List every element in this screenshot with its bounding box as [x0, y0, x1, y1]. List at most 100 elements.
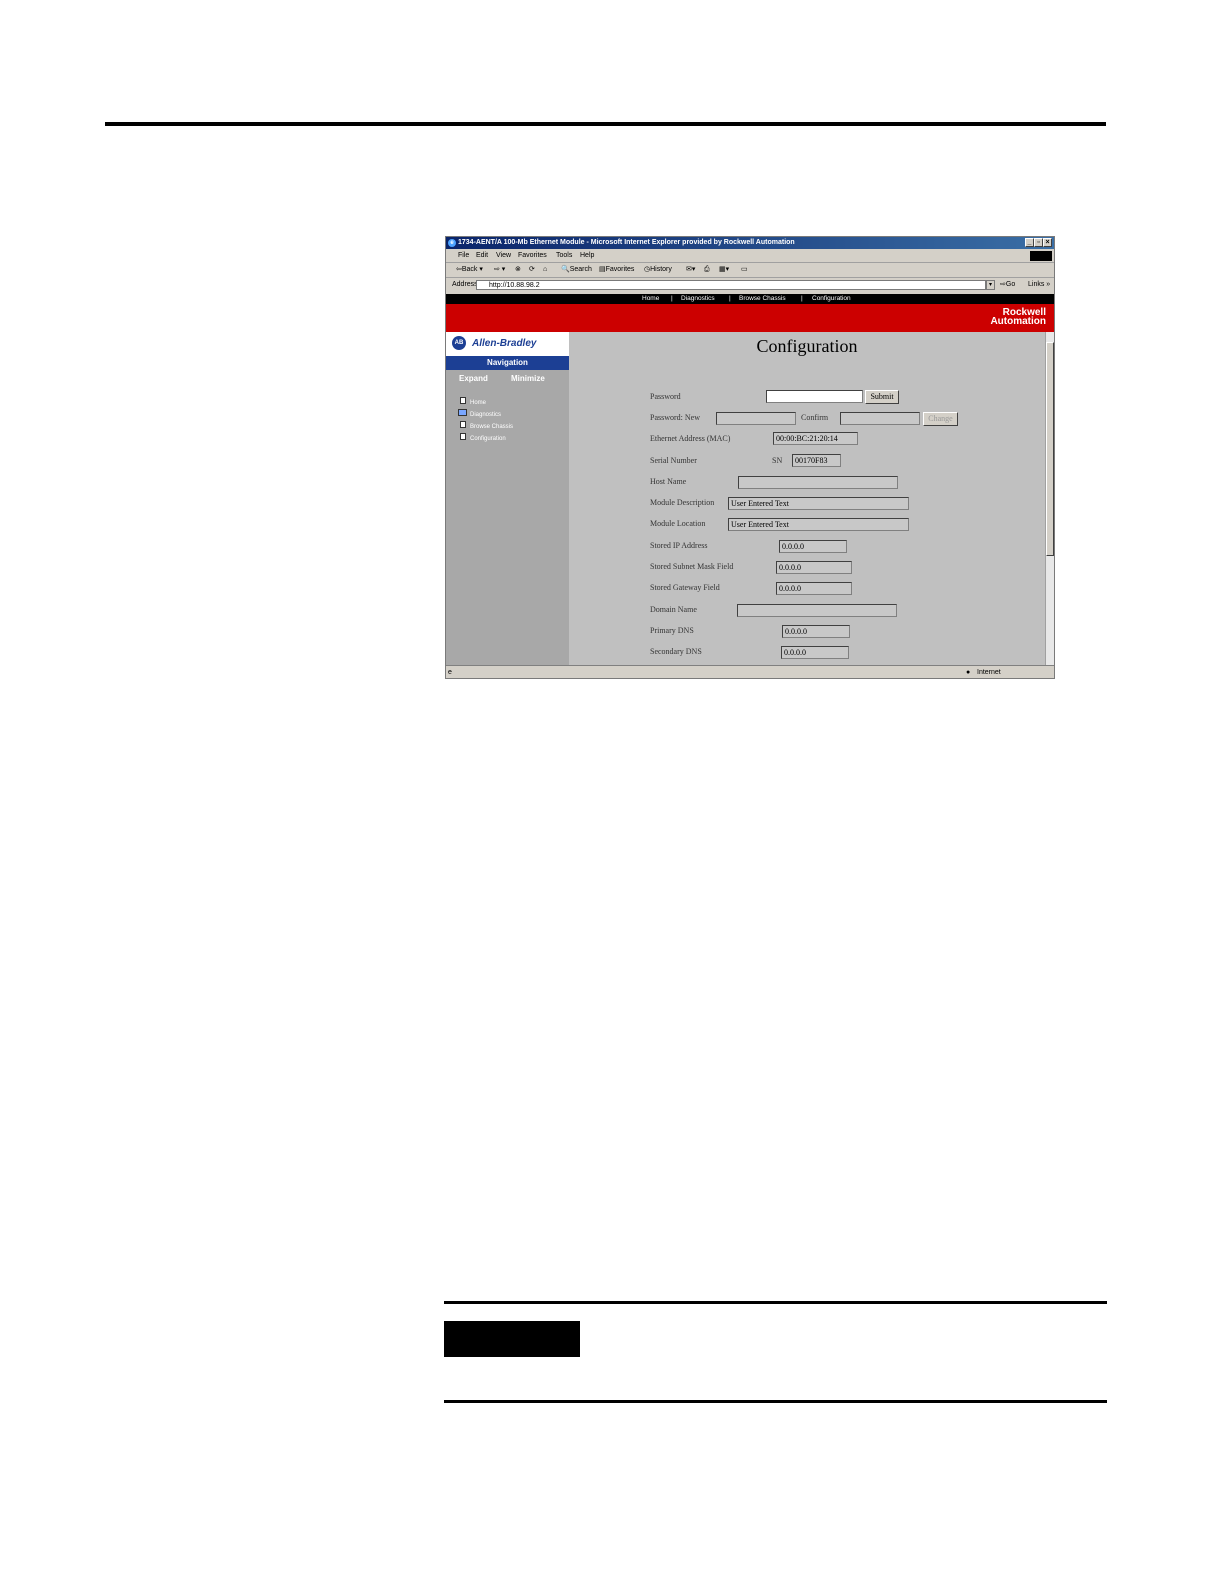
site-top-nav: Home | Diagnostics | Browse Chassis | Co… — [446, 294, 1054, 304]
subnet-mask-field[interactable]: 0.0.0.0 — [776, 561, 852, 574]
subnet-mask-label: Stored Subnet Mask Field — [650, 562, 734, 571]
module-description-field[interactable]: User Entered Text — [728, 497, 909, 510]
nav-separator: | — [729, 295, 731, 302]
maximize-icon[interactable]: ▫ — [1034, 238, 1043, 247]
host-name-label: Host Name — [650, 477, 687, 486]
address-input[interactable]: http://10.88.98.2 — [476, 280, 986, 290]
minimize-link[interactable]: Minimize — [511, 374, 545, 383]
gateway-field[interactable]: 0.0.0.0 — [776, 582, 852, 595]
sn-label: SN — [772, 456, 783, 465]
page-status-icon: e — [448, 669, 452, 676]
expand-link[interactable]: Expand — [459, 374, 488, 383]
mac-field: 00:00:BC:21:20:14 — [773, 432, 858, 445]
sidebar-item-browse-chassis[interactable]: Browse Chassis — [470, 423, 513, 431]
home-icon[interactable]: ⌂ — [543, 263, 547, 277]
nav-separator: | — [801, 295, 803, 302]
nav-separator: | — [671, 295, 673, 302]
confirm-label: Confirm — [801, 413, 829, 422]
menu-help[interactable]: Help — [580, 249, 594, 262]
topnav-browse-chassis[interactable]: Browse Chassis — [739, 294, 786, 304]
zone-label: Internet — [977, 669, 1001, 676]
topnav-configuration[interactable]: Configuration — [812, 294, 851, 304]
secondary-dns-field[interactable]: 0.0.0.0 — [781, 646, 849, 659]
minimize-icon[interactable]: _ — [1025, 238, 1034, 247]
note-bottom-rule — [444, 1400, 1107, 1403]
edit-icon[interactable]: ▦▾ — [719, 263, 729, 277]
toolbar: ⇦Back ▾ ⇨ ▾ ⊗ ⟳ ⌂ 🔍Search ▤Favorites ◷Hi… — [446, 263, 1054, 278]
password-field[interactable] — [766, 390, 863, 403]
ie-icon: e — [448, 239, 456, 247]
brand-banner: Rockwell Automation — [446, 304, 1054, 332]
page-icon — [460, 421, 466, 428]
refresh-icon[interactable]: ⟳ — [529, 263, 535, 277]
mac-label: Ethernet Address (MAC) — [650, 434, 731, 443]
serial-label: Serial Number — [650, 456, 697, 465]
discuss-icon[interactable]: ▭ — [741, 263, 748, 277]
topnav-home[interactable]: Home — [642, 294, 659, 304]
config-content: Configuration Password Submit Password: … — [569, 332, 1045, 665]
primary-dns-field[interactable]: 0.0.0.0 — [782, 625, 850, 638]
change-button[interactable]: Change — [923, 412, 958, 426]
status-bar: e ● Internet — [446, 665, 1054, 678]
module-location-label: Module Location — [650, 519, 706, 528]
menu-tools[interactable]: Tools — [556, 249, 572, 262]
page-title: Configuration — [756, 336, 858, 356]
links-button[interactable]: Links » — [1028, 278, 1050, 292]
history-button[interactable]: ◷History — [644, 263, 672, 277]
ab-brand: Allen-Bradley — [472, 338, 537, 349]
print-icon[interactable]: ⎙ — [704, 263, 710, 277]
go-button[interactable]: ⇨Go — [1000, 278, 1015, 292]
module-location-field[interactable]: User Entered Text — [728, 518, 909, 531]
favorites-icon: ▤ — [599, 266, 606, 273]
stored-ip-label: Stored IP Address — [650, 541, 708, 550]
windows-logo-icon — [1030, 251, 1052, 261]
module-description-label: Module Description — [650, 498, 715, 507]
navigation-header: Navigation — [446, 356, 569, 370]
address-label: Address — [452, 281, 478, 288]
browser-screenshot: e 1734-AENT/A 100-Mb Ethernet Module - M… — [445, 236, 1055, 679]
mail-icon[interactable]: ✉▾ — [686, 263, 695, 277]
primary-dns-label: Primary DNS — [650, 626, 694, 635]
window-title: 1734-AENT/A 100-Mb Ethernet Module - Mic… — [458, 239, 795, 246]
stop-icon[interactable]: ⊗ — [515, 263, 521, 277]
sidebar-item-configuration[interactable]: Configuration — [470, 435, 506, 443]
confirm-password-field[interactable] — [840, 412, 920, 425]
address-bar: Address http://10.88.98.2 ▾ ⇨Go Links » — [446, 278, 1054, 292]
window-titlebar: e 1734-AENT/A 100-Mb Ethernet Module - M… — [446, 237, 1054, 249]
password-new-label: Password: New — [650, 413, 700, 422]
note-top-rule — [444, 1301, 1107, 1304]
search-button[interactable]: 🔍Search — [561, 263, 592, 277]
menu-view[interactable]: View — [496, 249, 511, 262]
header-rule — [105, 122, 1106, 126]
sidebar: AB Allen-Bradley Navigation Expand Minim… — [446, 332, 569, 665]
stored-ip-field[interactable]: 0.0.0.0 — [779, 540, 847, 553]
sn-field: 00170F83 — [792, 454, 841, 467]
password-label: Password — [650, 392, 681, 401]
menu-favorites[interactable]: Favorites — [518, 249, 547, 262]
topnav-diagnostics[interactable]: Diagnostics — [681, 294, 715, 304]
page-icon — [460, 433, 466, 440]
favorites-button[interactable]: ▤Favorites — [599, 263, 634, 277]
host-name-field[interactable] — [738, 476, 898, 489]
scrollbar-thumb[interactable] — [1046, 342, 1054, 556]
submit-button[interactable]: Submit — [865, 390, 899, 404]
folder-icon — [458, 409, 467, 416]
menu-edit[interactable]: Edit — [476, 249, 488, 262]
menu-file[interactable]: File — [458, 249, 469, 262]
ab-logo-icon: AB — [452, 336, 466, 350]
sidebar-item-home[interactable]: Home — [470, 399, 486, 407]
rockwell-logo: Rockwell Automation — [990, 308, 1046, 327]
new-password-field[interactable] — [716, 412, 796, 425]
back-button[interactable]: ⇦Back ▾ — [456, 263, 483, 277]
sidebar-item-diagnostics[interactable]: Diagnostics — [470, 411, 501, 419]
domain-name-field[interactable] — [737, 604, 897, 617]
gateway-label: Stored Gateway Field — [650, 583, 720, 592]
allen-bradley-logo-box: AB Allen-Bradley — [446, 332, 569, 356]
note-tab — [444, 1321, 580, 1357]
close-icon[interactable]: × — [1043, 238, 1052, 247]
chevron-down-icon[interactable]: ▾ — [986, 280, 995, 290]
menu-bar: File Edit View Favorites Tools Help — [446, 249, 1054, 263]
forward-button[interactable]: ⇨ ▾ — [494, 263, 505, 277]
page-icon — [460, 397, 466, 404]
vertical-scrollbar[interactable] — [1045, 332, 1054, 665]
